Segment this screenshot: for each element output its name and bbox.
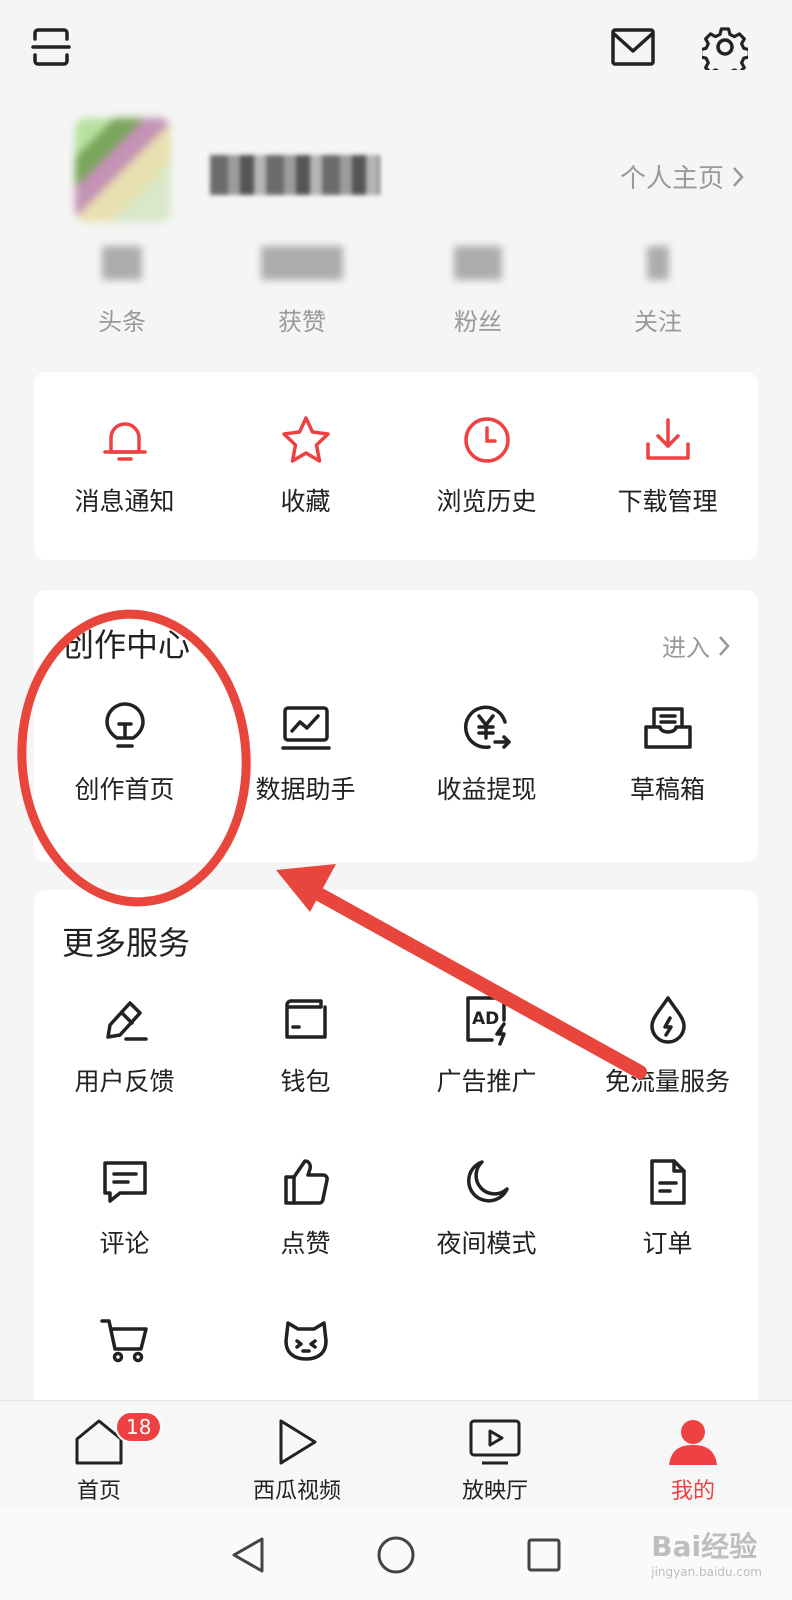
watermark-brand: Bai经验	[651, 1530, 758, 1563]
annotation-arrow	[301, 881, 647, 1079]
tv-play-icon	[469, 1419, 521, 1465]
bottom-tabbar: 18 首页 西瓜视频 放映厅 我的	[0, 1400, 792, 1510]
play-triangle-icon	[279, 1419, 317, 1465]
tab-theater[interactable]: 放映厅	[396, 1401, 594, 1510]
annotation-circle	[17, 609, 251, 907]
watermark: Bai经验 jingyan.baidu.com	[651, 1525, 762, 1579]
person-icon	[669, 1420, 717, 1465]
tab-mine[interactable]: 我的	[594, 1401, 792, 1510]
back-triangle-icon[interactable]	[230, 1535, 266, 1575]
tab-label: 西瓜视频	[252, 1479, 341, 1504]
annotation-overlay	[17, 609, 647, 1079]
tab-label: 我的	[670, 1479, 715, 1504]
tab-label: 放映厅	[461, 1479, 528, 1504]
home-circle-icon[interactable]	[376, 1535, 416, 1575]
notification-badge: 18	[115, 1411, 163, 1443]
tab-label: 首页	[76, 1479, 121, 1504]
tab-home[interactable]: 18 首页	[0, 1401, 198, 1510]
watermark-url: jingyan.baidu.com	[651, 1565, 762, 1579]
tab-xigua-video[interactable]: 西瓜视频	[198, 1401, 396, 1510]
recents-square-icon[interactable]	[526, 1537, 562, 1573]
